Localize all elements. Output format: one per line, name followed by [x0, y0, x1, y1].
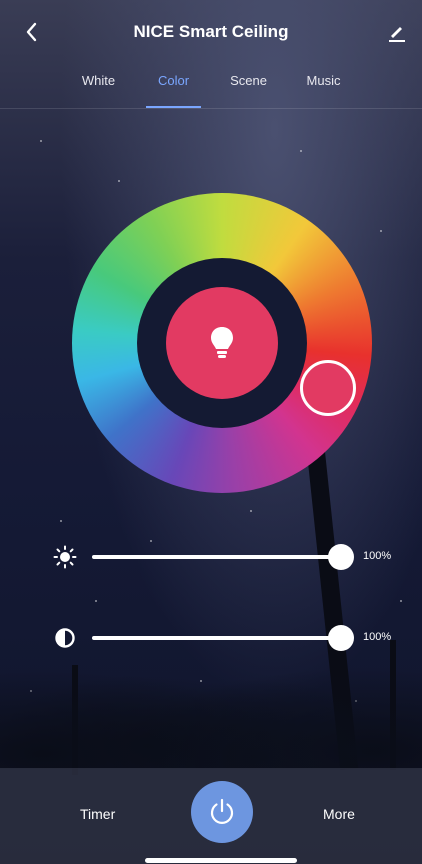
tab-music[interactable]: Music — [286, 64, 361, 108]
sun-icon — [52, 544, 78, 570]
home-indicator — [145, 858, 297, 863]
tab-scene[interactable]: Scene — [211, 64, 286, 108]
edit-button[interactable] — [386, 21, 408, 43]
saturation-slider: 100% — [52, 623, 412, 653]
color-picker-handle[interactable] — [300, 360, 356, 416]
brightness-thumb[interactable] — [328, 544, 354, 570]
power-icon — [210, 798, 234, 824]
saturation-thumb[interactable] — [328, 625, 354, 651]
back-button[interactable] — [20, 20, 44, 44]
tab-color[interactable]: Color — [136, 64, 211, 108]
chevron-left-icon — [26, 22, 37, 42]
pencil-icon — [389, 27, 405, 42]
mode-tabs: White Color Scene Music — [0, 64, 422, 109]
contrast-icon — [52, 625, 78, 651]
brightness-track[interactable] — [92, 555, 344, 559]
light-toggle-center-button[interactable] — [166, 287, 278, 399]
top-bar: NICE Smart Ceiling — [0, 0, 422, 64]
page-title: NICE Smart Ceiling — [133, 22, 289, 41]
saturation-value: 100% — [363, 631, 392, 643]
power-button[interactable] — [191, 781, 253, 843]
brightness-slider: 100% — [52, 542, 412, 572]
tab-white[interactable]: White — [61, 64, 136, 108]
more-button[interactable]: More — [323, 806, 355, 822]
lightbulb-icon — [211, 327, 233, 358]
brightness-value: 100% — [363, 550, 392, 562]
saturation-track[interactable] — [92, 636, 344, 640]
timer-button[interactable]: Timer — [80, 806, 115, 822]
